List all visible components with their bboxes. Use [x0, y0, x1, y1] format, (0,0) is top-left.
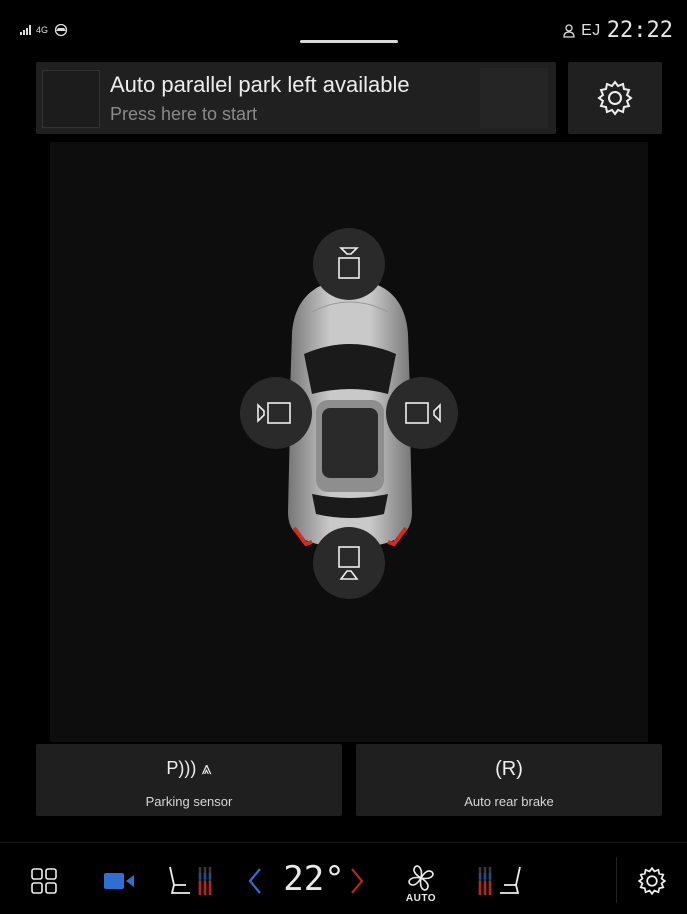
- camera-settings-button[interactable]: [568, 62, 662, 134]
- connected-car-icon: [54, 24, 68, 36]
- right-camera-icon: [405, 402, 441, 424]
- status-right: EJ 22:22: [563, 18, 673, 43]
- signal-strength-icon: [20, 25, 31, 35]
- profile-icon[interactable]: [563, 23, 575, 38]
- network-type: 4G: [36, 25, 49, 35]
- climate-settings-button[interactable]: [630, 861, 674, 901]
- notification-preview: [480, 68, 548, 128]
- app-grid-icon: [31, 868, 57, 894]
- passenger-seat-heat-button[interactable]: [470, 861, 532, 901]
- parking-sensor-button[interactable]: P))) ⩓ Parking sensor: [36, 744, 342, 816]
- chevron-right-icon: [351, 868, 364, 894]
- left-camera-icon: [257, 402, 291, 424]
- camera-app-button[interactable]: [96, 863, 142, 899]
- temperature-display[interactable]: 22°: [278, 857, 350, 901]
- parking-sensor-label: Parking sensor: [145, 794, 233, 809]
- fan-auto-button[interactable]: AUTO: [398, 857, 444, 909]
- auto-rear-brake-icon: (R): [495, 758, 523, 780]
- driver-seat-heat-button[interactable]: [158, 861, 220, 901]
- notification-subtitle: Press here to start: [110, 104, 258, 124]
- seat-heat-left-icon: [169, 866, 212, 895]
- front-camera-icon: [338, 247, 360, 279]
- notification-thumbnail: [42, 70, 100, 128]
- climate-divider: [616, 857, 617, 903]
- left-camera-button[interactable]: [240, 377, 312, 449]
- temp-increase-button[interactable]: [344, 863, 370, 899]
- gear-icon: [597, 80, 633, 116]
- status-bar: 4G EJ 22:22: [0, 14, 687, 54]
- camera-icon: [104, 873, 134, 889]
- drag-handle[interactable]: [300, 40, 398, 43]
- notification-title: Auto parallel park left available: [110, 72, 410, 97]
- auto-rear-brake-label: Auto rear brake: [464, 794, 554, 809]
- fan-mode-label: AUTO: [405, 892, 437, 904]
- front-camera-button[interactable]: [313, 228, 385, 300]
- climate-bar: 22° AUTO: [0, 842, 687, 914]
- camera-view: [50, 142, 648, 742]
- temp-decrease-button[interactable]: [242, 863, 268, 899]
- status-left: 4G: [20, 24, 69, 36]
- rear-camera-button[interactable]: [313, 527, 385, 599]
- fan-icon: [408, 864, 434, 891]
- chevron-left-icon: [248, 868, 261, 894]
- auto-rear-brake-button[interactable]: (R) Auto rear brake: [356, 744, 662, 816]
- profile-name[interactable]: EJ: [581, 22, 601, 40]
- parking-sensor-icon: P))) ⩓: [166, 758, 212, 778]
- rear-camera-icon: [338, 546, 360, 580]
- right-camera-button[interactable]: [386, 377, 458, 449]
- clock: 22:22: [606, 18, 673, 43]
- seat-heat-right-icon: [478, 866, 521, 895]
- app-grid-button[interactable]: [26, 863, 62, 899]
- climate-gear-icon: [637, 866, 667, 896]
- temperature-value: 22°: [283, 859, 345, 899]
- park-assist-notification[interactable]: Auto parallel park left available Press …: [36, 62, 556, 134]
- screen: 4G EJ 22:22 Auto parallel park left avai…: [0, 0, 687, 914]
